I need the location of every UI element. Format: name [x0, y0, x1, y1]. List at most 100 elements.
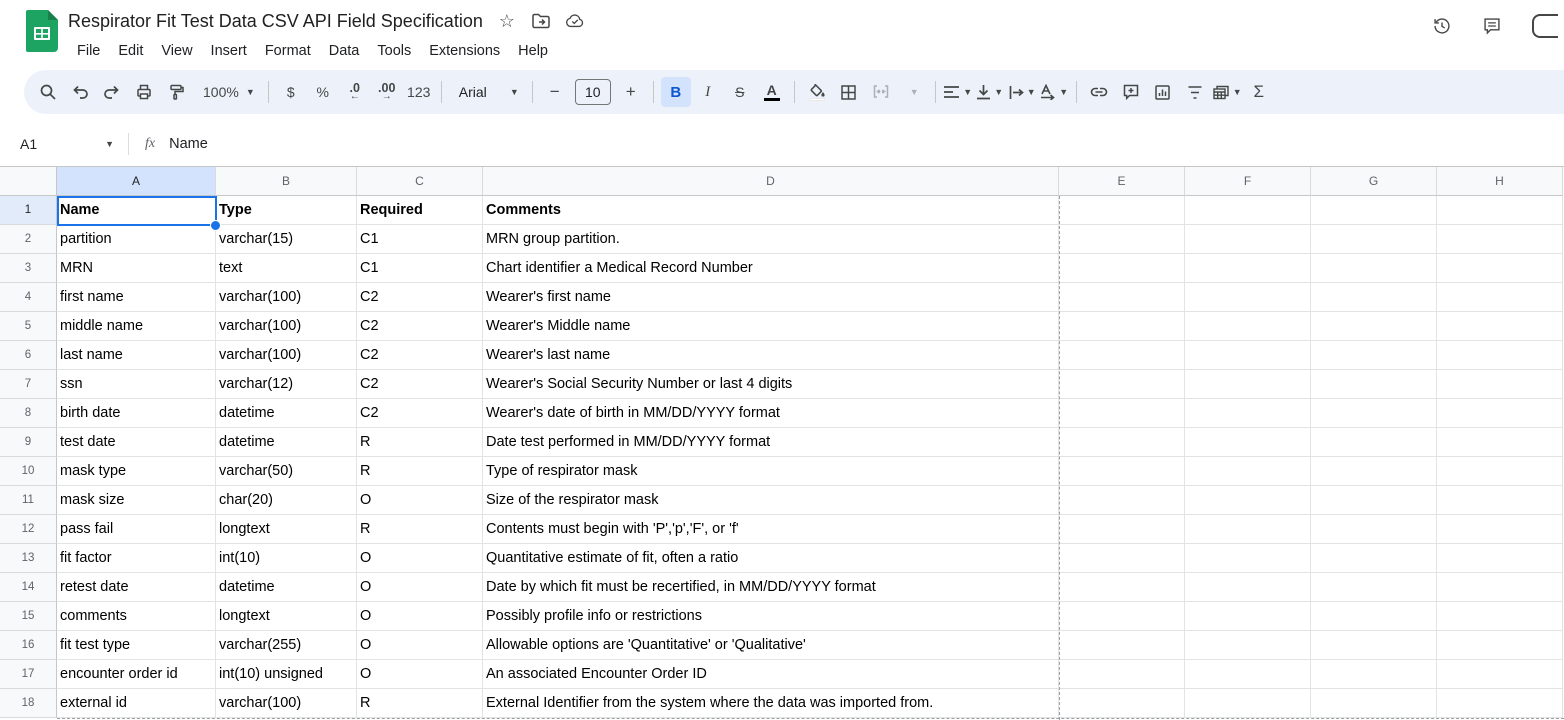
cell-H3[interactable] [1437, 254, 1563, 283]
cell-B14[interactable]: datetime [216, 573, 357, 602]
cell-C10[interactable]: R [357, 457, 483, 486]
cell-F1[interactable] [1185, 196, 1311, 225]
cell-E3[interactable] [1059, 254, 1185, 283]
document-title[interactable]: Respirator Fit Test Data CSV API Field S… [68, 11, 483, 32]
cell-H12[interactable] [1437, 515, 1563, 544]
row-header-12[interactable]: 12 [0, 515, 57, 544]
decrease-font-size-button[interactable]: − [540, 77, 570, 107]
cell-D3[interactable]: Chart identifier a Medical Record Number [483, 254, 1059, 283]
redo-icon[interactable] [97, 77, 127, 107]
cell-C17[interactable]: O [357, 660, 483, 689]
row-header-15[interactable]: 15 [0, 602, 57, 631]
cell-D14[interactable]: Date by which fit must be recertified, i… [483, 573, 1059, 602]
row-header-3[interactable]: 3 [0, 254, 57, 283]
search-icon[interactable] [33, 77, 63, 107]
cell-A9[interactable]: test date [57, 428, 216, 457]
cell-H14[interactable] [1437, 573, 1563, 602]
cell-D8[interactable]: Wearer's date of birth in MM/DD/YYYY for… [483, 399, 1059, 428]
cell-A8[interactable]: birth date [57, 399, 216, 428]
menu-extensions[interactable]: Extensions [420, 40, 509, 62]
cell-F4[interactable] [1185, 283, 1311, 312]
row-header-5[interactable]: 5 [0, 312, 57, 341]
insert-comment-icon[interactable] [1116, 77, 1146, 107]
cell-C5[interactable]: C2 [357, 312, 483, 341]
font-size-input[interactable]: 10 [575, 79, 611, 105]
sheets-logo-icon[interactable] [26, 10, 58, 52]
row-header-1[interactable]: 1 [0, 196, 57, 225]
cell-E15[interactable] [1059, 602, 1185, 631]
cell-E7[interactable] [1059, 370, 1185, 399]
name-box-caret-icon[interactable]: ▼ [105, 139, 114, 149]
cell-G14[interactable] [1311, 573, 1437, 602]
increase-font-size-button[interactable]: + [616, 77, 646, 107]
cell-H6[interactable] [1437, 341, 1563, 370]
cell-D13[interactable]: Quantitative estimate of fit, often a ra… [483, 544, 1059, 573]
cell-A17[interactable]: encounter order id [57, 660, 216, 689]
formula-input[interactable]: Name [169, 136, 208, 152]
cell-E13[interactable] [1059, 544, 1185, 573]
cell-E1[interactable] [1059, 196, 1185, 225]
cell-C14[interactable]: O [357, 573, 483, 602]
cell-E10[interactable] [1059, 457, 1185, 486]
cell-B10[interactable]: varchar(50) [216, 457, 357, 486]
cell-A6[interactable]: last name [57, 341, 216, 370]
column-header-G[interactable]: G [1311, 167, 1437, 196]
menu-help[interactable]: Help [509, 40, 557, 62]
cell-F6[interactable] [1185, 341, 1311, 370]
cell-A16[interactable]: fit test type [57, 631, 216, 660]
row-header-8[interactable]: 8 [0, 399, 57, 428]
menu-file[interactable]: File [68, 40, 109, 62]
column-header-H[interactable]: H [1437, 167, 1563, 196]
zoom-select[interactable]: 100%▼ [193, 77, 261, 107]
cell-B13[interactable]: int(10) [216, 544, 357, 573]
cell-F17[interactable] [1185, 660, 1311, 689]
cell-H15[interactable] [1437, 602, 1563, 631]
cell-A4[interactable]: first name [57, 283, 216, 312]
cell-E14[interactable] [1059, 573, 1185, 602]
cell-B9[interactable]: datetime [216, 428, 357, 457]
cell-E6[interactable] [1059, 341, 1185, 370]
cell-D9[interactable]: Date test performed in MM/DD/YYYY format [483, 428, 1059, 457]
cell-C2[interactable]: C1 [357, 225, 483, 254]
cell-G5[interactable] [1311, 312, 1437, 341]
cell-E16[interactable] [1059, 631, 1185, 660]
cell-F12[interactable] [1185, 515, 1311, 544]
column-header-A[interactable]: A [57, 167, 216, 196]
cell-C1[interactable]: Required [357, 196, 483, 225]
cell-A15[interactable]: comments [57, 602, 216, 631]
cell-H4[interactable] [1437, 283, 1563, 312]
cell-E2[interactable] [1059, 225, 1185, 254]
cell-G15[interactable] [1311, 602, 1437, 631]
cell-H5[interactable] [1437, 312, 1563, 341]
cell-H17[interactable] [1437, 660, 1563, 689]
cell-B5[interactable]: varchar(100) [216, 312, 357, 341]
filter-views-icon[interactable]: ▼ [1212, 77, 1242, 107]
cell-F15[interactable] [1185, 602, 1311, 631]
menu-edit[interactable]: Edit [109, 40, 152, 62]
cell-D12[interactable]: Contents must begin with 'P','p','F', or… [483, 515, 1059, 544]
menu-format[interactable]: Format [256, 40, 320, 62]
cell-G7[interactable] [1311, 370, 1437, 399]
cell-C12[interactable]: R [357, 515, 483, 544]
cell-C13[interactable]: O [357, 544, 483, 573]
cell-C6[interactable]: C2 [357, 341, 483, 370]
cell-H8[interactable] [1437, 399, 1563, 428]
cell-A1[interactable]: Name [57, 196, 216, 225]
cell-F18[interactable] [1185, 689, 1311, 718]
cell-G3[interactable] [1311, 254, 1437, 283]
cell-G13[interactable] [1311, 544, 1437, 573]
cell-D10[interactable]: Type of respirator mask [483, 457, 1059, 486]
cell-A13[interactable]: fit factor [57, 544, 216, 573]
cell-C3[interactable]: C1 [357, 254, 483, 283]
cell-H2[interactable] [1437, 225, 1563, 254]
currency-format-button[interactable]: $ [276, 77, 306, 107]
cell-B6[interactable]: varchar(100) [216, 341, 357, 370]
bold-button[interactable]: B [661, 77, 691, 107]
move-to-folder-icon[interactable] [531, 11, 551, 31]
print-icon[interactable] [129, 77, 159, 107]
cell-G12[interactable] [1311, 515, 1437, 544]
cell-H7[interactable] [1437, 370, 1563, 399]
column-header-E[interactable]: E [1059, 167, 1185, 196]
comments-icon[interactable] [1482, 16, 1502, 36]
borders-icon[interactable] [834, 77, 864, 107]
